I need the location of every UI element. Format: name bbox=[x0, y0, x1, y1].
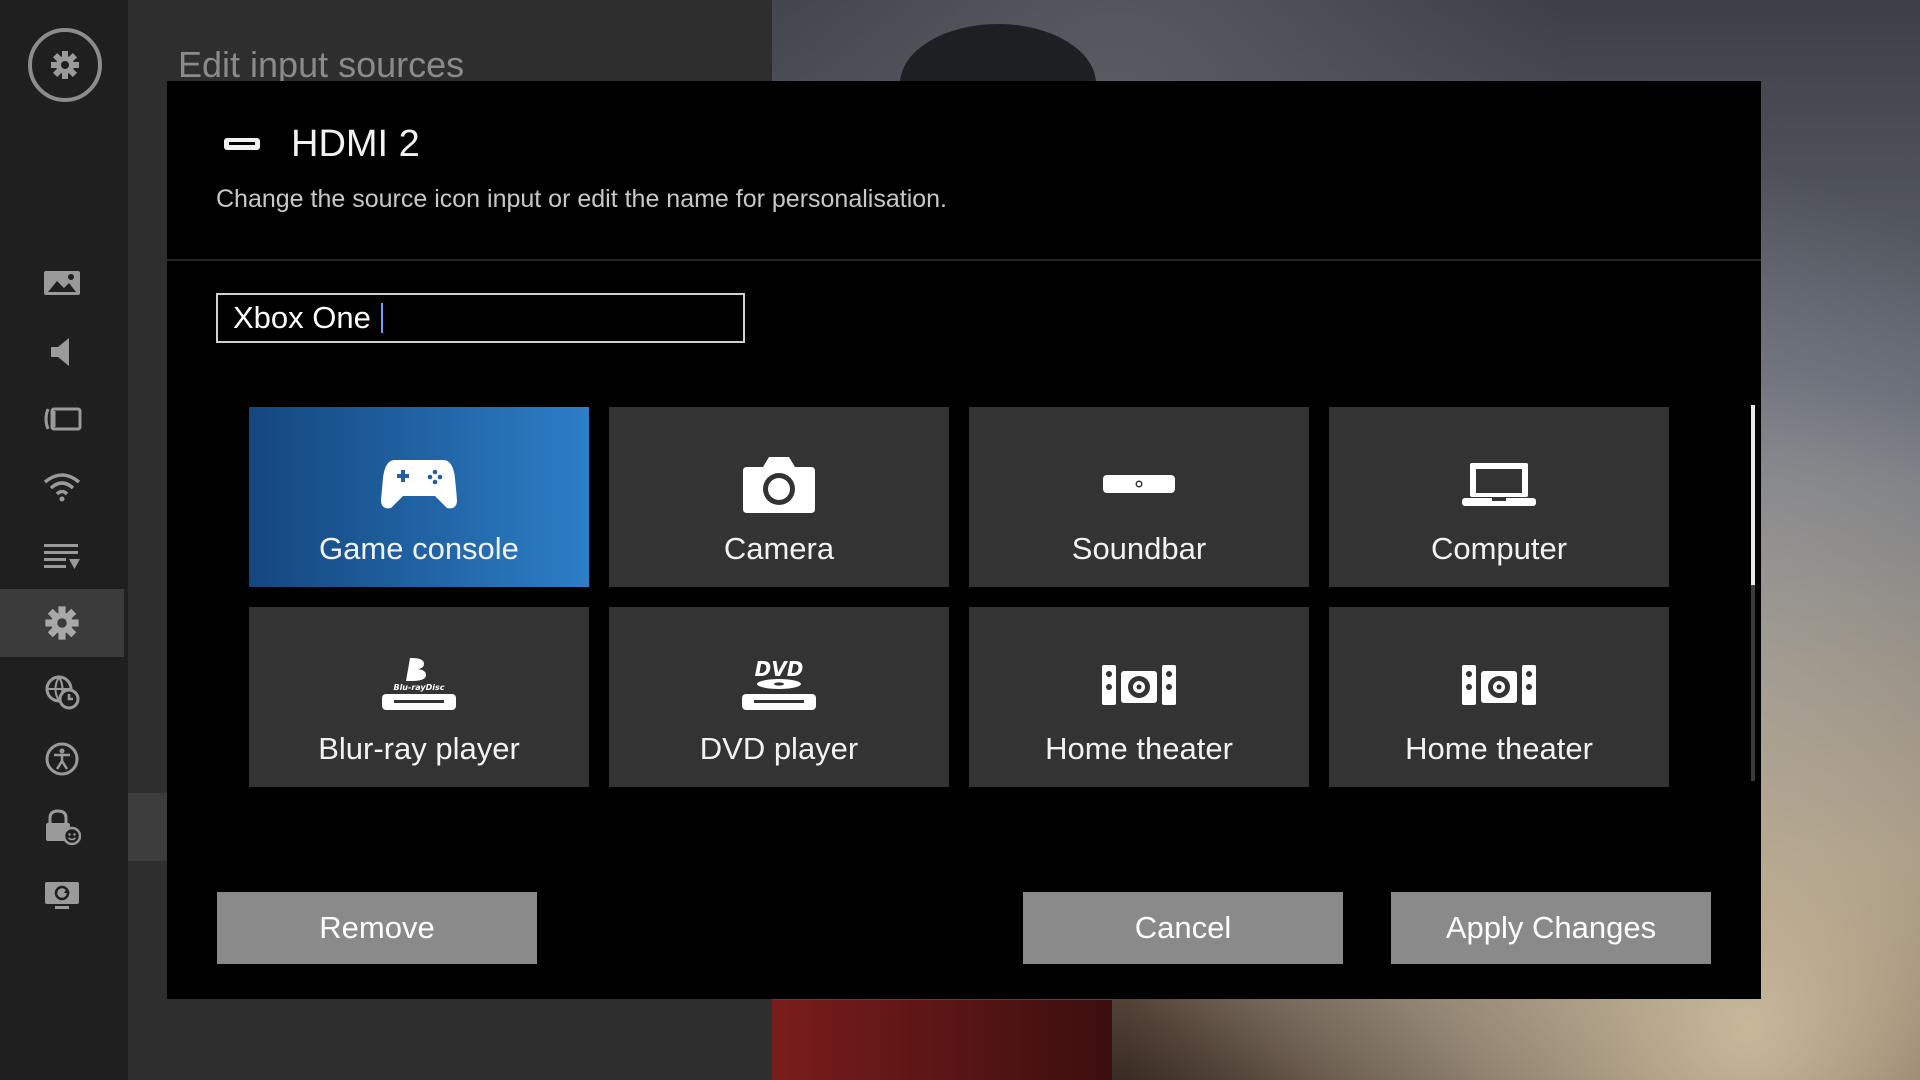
tile-label: Camera bbox=[723, 531, 835, 566]
tile-label: Soundbar bbox=[1071, 531, 1207, 566]
dialog-title: HDMI 2 bbox=[291, 123, 420, 165]
hdmi-icon bbox=[223, 135, 261, 160]
tile-label: Game console bbox=[319, 531, 519, 566]
edit-source-dialog: HDMI 2 Change the source icon input or e… bbox=[167, 81, 1761, 999]
gear-icon[interactable] bbox=[0, 589, 124, 657]
scrollbar-thumb[interactable] bbox=[1751, 405, 1755, 585]
background-red-area bbox=[772, 1000, 1112, 1080]
tile-label: Home theater bbox=[1045, 731, 1233, 766]
apply-changes-button[interactable]: Apply Changes bbox=[1391, 892, 1711, 964]
tile-home-theater[interactable]: Home theater bbox=[969, 607, 1309, 787]
sidebar-rail bbox=[0, 0, 128, 1080]
channels-icon[interactable] bbox=[0, 385, 124, 453]
panel-title: Edit input sources bbox=[178, 44, 465, 85]
globe-clock-icon[interactable] bbox=[0, 658, 124, 726]
panel-highlight bbox=[128, 793, 168, 861]
remove-button[interactable]: Remove bbox=[217, 892, 537, 964]
home-theater-icon bbox=[1462, 649, 1536, 719]
camera-icon bbox=[743, 449, 815, 519]
source-name-field[interactable]: Xbox One bbox=[216, 293, 745, 343]
tile-game-console[interactable]: Game console bbox=[249, 407, 589, 587]
tile-label: Blur-ray player bbox=[318, 731, 520, 766]
playlist-icon[interactable] bbox=[0, 522, 124, 590]
screen-refresh-icon[interactable] bbox=[0, 862, 124, 930]
svg-text:DVD: DVD bbox=[755, 657, 804, 681]
dialog-subtitle: Change the source icon input or edit the… bbox=[216, 185, 948, 213]
laptop-icon bbox=[1462, 449, 1536, 519]
tile-bluray-player[interactable]: Blu-rayDisc Blur-ray player bbox=[249, 607, 589, 787]
tile-label: Computer bbox=[1430, 531, 1568, 566]
svg-text:Blu-rayDisc: Blu-rayDisc bbox=[393, 683, 444, 692]
parental-lock-icon[interactable] bbox=[0, 793, 124, 861]
tile-soundbar[interactable]: Soundbar bbox=[969, 407, 1309, 587]
tile-label: Home theater bbox=[1405, 731, 1593, 766]
tile-home-theater-2[interactable]: Home theater bbox=[1329, 607, 1669, 787]
source-name-value: Xbox One bbox=[233, 300, 371, 335]
home-theater-icon bbox=[1102, 649, 1176, 719]
dvd-icon: DVD bbox=[742, 649, 816, 719]
sound-icon[interactable] bbox=[0, 318, 124, 386]
cancel-button[interactable]: Cancel bbox=[1023, 892, 1343, 964]
wifi-icon[interactable] bbox=[0, 453, 124, 521]
text-caret bbox=[380, 303, 383, 333]
tile-dvd-player[interactable]: DVD DVD player bbox=[609, 607, 949, 787]
picture-icon[interactable] bbox=[0, 249, 124, 317]
tile-camera[interactable]: Camera bbox=[609, 407, 949, 587]
soundbar-icon bbox=[1103, 449, 1175, 519]
gamepad-icon bbox=[381, 449, 457, 519]
bluray-icon: Blu-rayDisc bbox=[382, 649, 456, 719]
accessibility-icon[interactable] bbox=[0, 725, 124, 793]
settings-gear-icon[interactable] bbox=[28, 28, 102, 102]
divider bbox=[167, 259, 1761, 261]
tile-label: DVD player bbox=[699, 731, 859, 766]
tile-computer[interactable]: Computer bbox=[1329, 407, 1669, 587]
